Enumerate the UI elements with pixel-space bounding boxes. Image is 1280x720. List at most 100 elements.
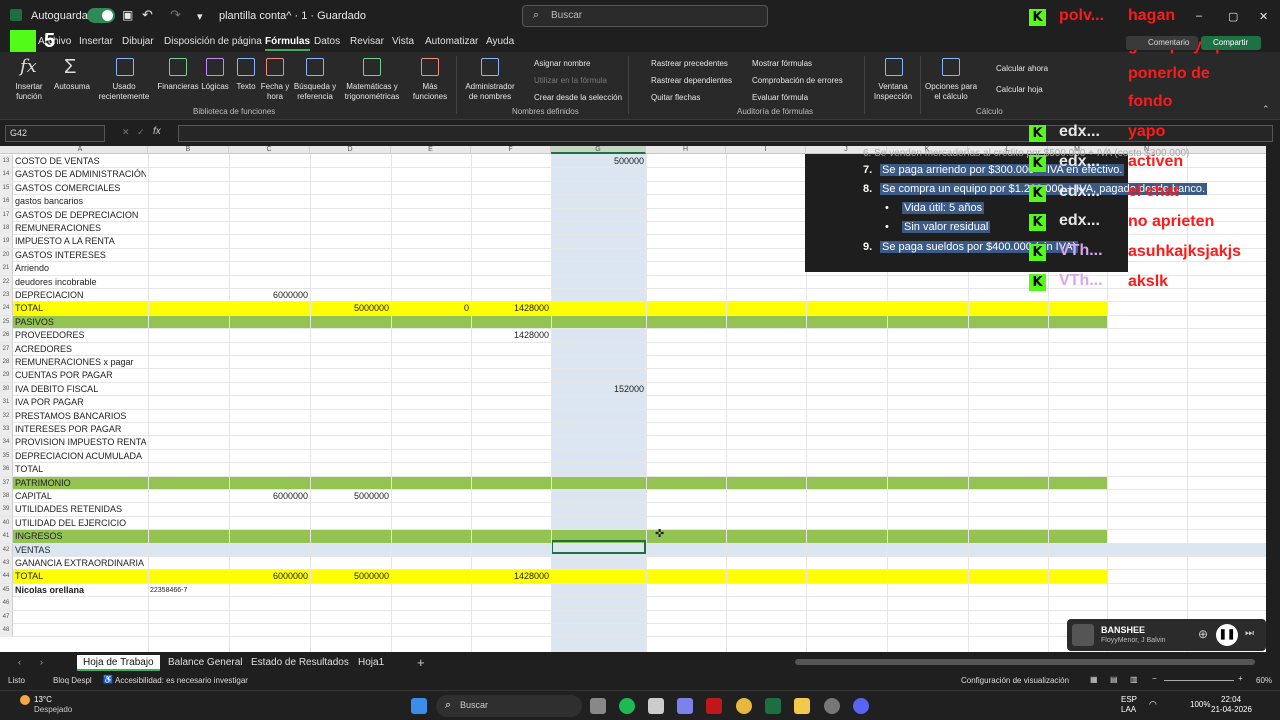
evaluate-formula-button[interactable]: Evaluar fórmula [752,93,808,102]
view-settings[interactable]: Configuración de visualización [961,676,1069,685]
document-title[interactable]: plantilla conta^ · 1 · Guardado [219,10,366,22]
cell-a[interactable]: TOTAL [15,570,146,583]
cell-a[interactable]: DEPRECIACION [15,289,146,302]
text-button[interactable]: Texto [232,82,260,92]
share-button[interactable]: Compartir [1201,36,1261,50]
clock-date[interactable]: 21-04-2026 [1211,705,1252,714]
comment-button[interactable]: Comentario [1126,36,1198,50]
cell-a[interactable]: UTILIDAD DEL EJERCICIO [15,517,146,530]
row-number[interactable]: 30 [0,382,13,396]
cell-a[interactable]: Nicolas orellana [15,584,146,597]
weather-temp[interactable]: 13°C [34,695,52,704]
calculate-sheet-button[interactable]: Calcular hoja [996,85,1043,94]
settings-icon[interactable] [824,698,840,714]
cell-g[interactable]: 500000 [553,155,644,168]
menu-vista[interactable]: Vista [392,36,414,47]
column-header-i[interactable]: I [726,146,806,154]
row-number[interactable]: 28 [0,356,13,369]
next-icon[interactable]: ⏭ [1245,628,1254,639]
customize-qat-icon[interactable]: ▾ [197,10,203,23]
cell-a[interactable]: IMPUESTO A LA RENTA [15,235,146,248]
store-icon[interactable] [648,698,664,714]
cancel-entry-icon[interactable]: ✕ [122,127,130,138]
tab-hoja-de-trabajo[interactable]: Hoja de Trabajo [77,655,160,671]
error-checking-button[interactable]: Comprobación de errores [752,76,843,85]
accessibility-icon[interactable]: ♿ [103,675,113,684]
cell-a[interactable]: REMUNERACIONES [15,222,146,235]
page-break-icon[interactable]: ▥ [1130,675,1138,684]
row-number[interactable]: 21 [0,262,13,276]
datetime-button[interactable]: Fecha y hora [260,82,290,102]
menu-insertar[interactable]: Insertar [79,36,113,47]
windows-start-icon[interactable] [411,698,427,714]
watch-window-button[interactable]: Ventana Inspección [868,82,918,102]
chrome-icon[interactable] [736,698,752,714]
cell-e[interactable]: 0 [393,302,469,315]
calc-options-button[interactable]: Opciones para el cálculo [922,82,980,102]
row-number[interactable]: 25 [0,315,13,329]
insert-function-button[interactable]: Insertar función [12,82,46,102]
cell-c[interactable]: 6000000 [231,570,308,583]
cell-a[interactable]: DEPRECIACION ACUMULADA [15,450,146,463]
cell-a[interactable]: COSTO DE VENTAS [15,155,146,168]
column-header-b[interactable]: B [148,146,229,154]
cell-a[interactable]: PASIVOS [15,316,146,329]
row-number[interactable]: 16 [0,195,13,209]
row-number[interactable]: 41 [0,530,13,544]
minimize-icon[interactable]: – [1196,10,1202,22]
menu-ayuda[interactable]: Ayuda [486,36,514,47]
logical-button[interactable]: Lógicas [200,82,230,92]
close-icon[interactable]: ✕ [1259,10,1268,23]
row-number[interactable]: 20 [0,248,13,262]
wifi-icon[interactable]: ◠ [1149,699,1157,710]
cell-f[interactable]: 1428000 [473,329,549,342]
column-header-h[interactable]: H [646,146,726,154]
trace-precedents-button[interactable]: Rastrear precedentes [651,59,728,68]
zoom-level[interactable]: 60% [1256,676,1272,685]
zoom-out-icon[interactable]: − [1152,674,1157,683]
lang-1[interactable]: ESP [1121,695,1137,704]
lang-2[interactable]: LAA [1121,705,1136,714]
redo-icon[interactable]: ↷ [170,7,181,23]
column-header-a[interactable]: A [13,146,148,154]
menu-datos[interactable]: Datos [314,36,340,47]
spotify-icon[interactable] [619,698,635,714]
cell-a[interactable]: GASTOS DE DEPRECIACION [15,209,146,222]
clock-time[interactable]: 22:04 [1221,695,1241,704]
row-number[interactable]: 33 [0,423,13,436]
row-number[interactable]: 32 [0,409,13,423]
remove-arrows-button[interactable]: Quitar flechas [651,93,700,102]
menu-formulas[interactable]: Fórmulas [265,36,311,51]
status-accessibility[interactable]: Accesibilidad: es necesario investigar [115,676,248,685]
next-sheet-icon[interactable]: › [40,657,43,667]
cell-d[interactable]: 5000000 [312,490,389,503]
row-number[interactable]: 18 [0,222,13,235]
tab-hoja1[interactable]: Hoja1 [352,655,390,671]
save-icon[interactable]: ▣ [122,8,133,22]
normal-view-icon[interactable]: ▦ [1090,675,1098,684]
maximize-icon[interactable]: ▢ [1228,10,1238,23]
taskbar-search[interactable]: ⌕ Buscar [436,695,582,717]
autosum-button[interactable]: Autosuma [53,82,91,92]
cell-a[interactable]: PRESTAMOS BANCARIOS [15,410,146,423]
cell-c[interactable]: 6000000 [231,490,308,503]
cell-a[interactable]: GASTOS COMERCIALES [15,182,146,195]
menu-disposicion[interactable]: Disposición de página [164,36,262,47]
row-number[interactable]: 38 [0,490,13,503]
row-number[interactable]: 14 [0,168,13,182]
row-number[interactable]: 26 [0,329,13,343]
menu-dibujar[interactable]: Dibujar [122,36,154,47]
use-in-formula-button[interactable]: Utilizar en la fórmula [534,76,607,85]
confirm-entry-icon[interactable]: ✓ [137,127,145,138]
lookup-button[interactable]: Búsqueda y referencia [290,82,340,102]
cell-a[interactable]: PATRIMONIO [15,477,146,490]
horizontal-scrollbar[interactable] [795,659,1255,665]
row-number[interactable]: 36 [0,463,13,477]
add-sheet-icon[interactable]: + [417,655,425,670]
cell-a[interactable]: CAPITAL [15,490,146,503]
row-number[interactable]: 44 [0,570,13,584]
teams-icon[interactable] [677,698,693,714]
page-layout-icon[interactable]: ▤ [1110,675,1118,684]
autosave-toggle[interactable] [87,8,115,23]
cell-a[interactable]: Arriendo [15,262,146,275]
